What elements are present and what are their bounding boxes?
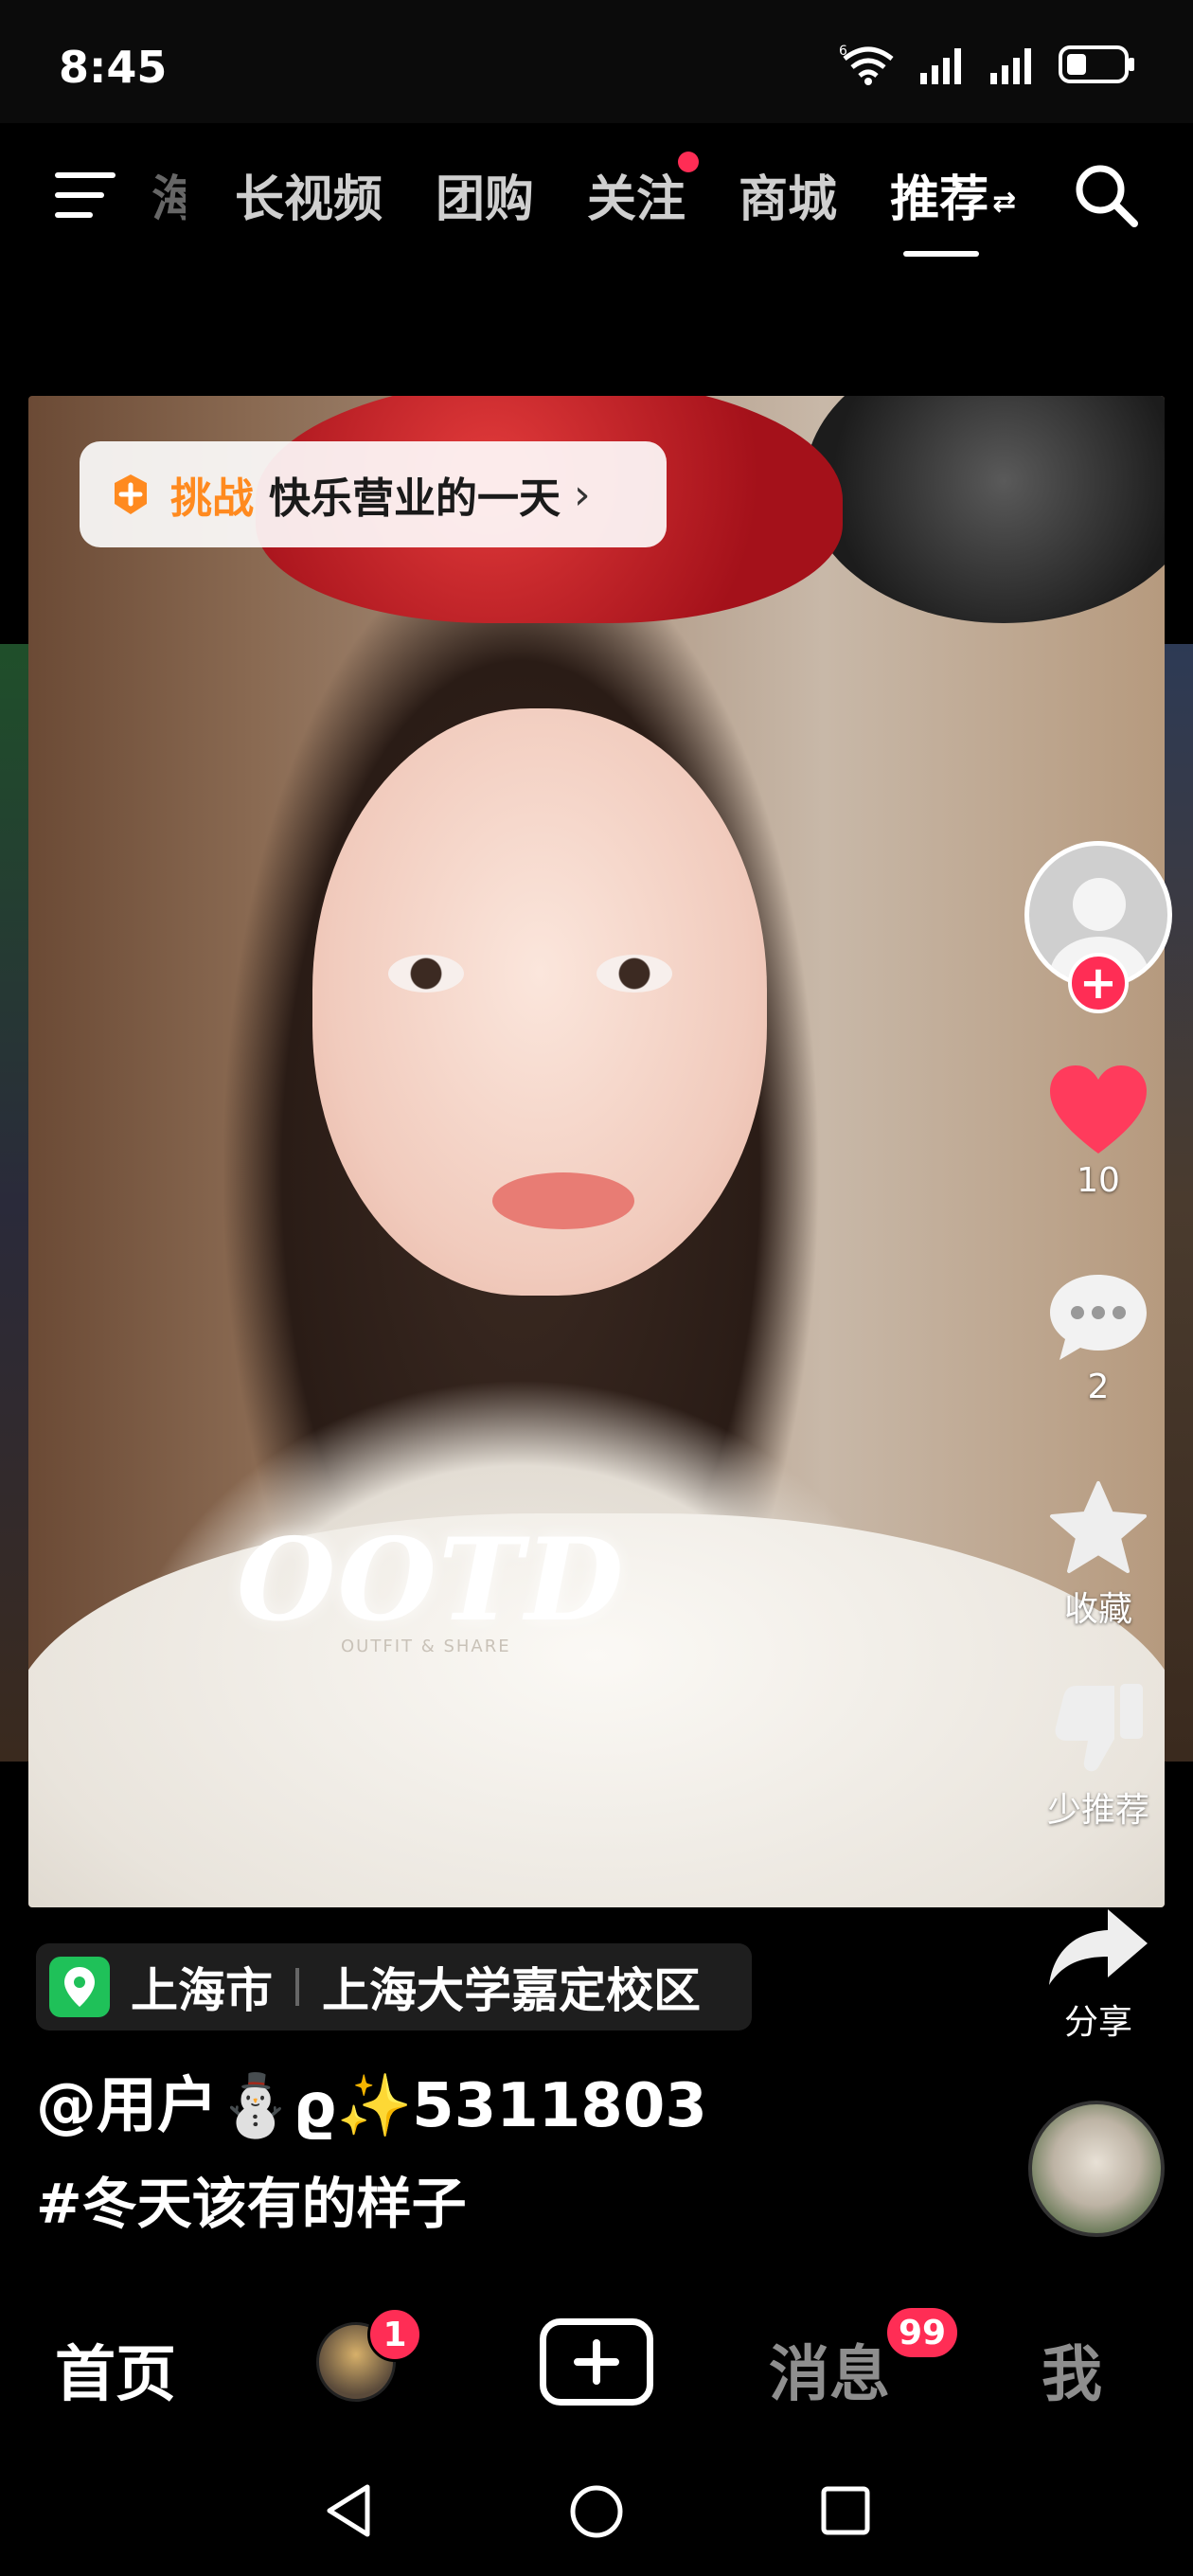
comment-button[interactable]: 2 (1032, 1269, 1165, 1406)
bottom-nav: 首页 1 消息 99 我 (0, 2273, 1193, 2453)
svg-text:6: 6 (839, 44, 847, 59)
nav-home[interactable]: 首页 (55, 2326, 176, 2413)
next-video-edge (1165, 644, 1193, 1762)
create-button[interactable] (540, 2318, 653, 2406)
location-city: 上海市 (131, 1963, 273, 2018)
plus-square-icon (574, 2339, 619, 2385)
challenge-chip[interactable]: 挑战 快乐营业的一天 › (80, 441, 667, 547)
tab-recommend-label: 推荐 (890, 170, 989, 228)
tab-mall[interactable]: 商城 (739, 159, 837, 230)
menu-icon[interactable] (53, 167, 119, 224)
video-player[interactable]: OOTD OUTFIT & SHARE (28, 396, 1165, 1907)
status-icons: 6 (839, 44, 1136, 85)
comment-icon (1050, 1275, 1147, 1360)
location-place: 上海大学嘉定校区 (322, 1963, 701, 2018)
sequin-ear-black (805, 396, 1165, 623)
search-icon[interactable] (1072, 161, 1140, 229)
challenge-icon (115, 474, 147, 514)
top-nav: 海 长视频 团购 关注 商城 推荐 ⇄ (0, 123, 1193, 265)
favorite-button[interactable]: 收藏 (1032, 1479, 1165, 1631)
comment-count: 2 (1087, 1368, 1110, 1406)
favorite-label: 收藏 (1063, 1590, 1132, 1629)
prev-video-edge (0, 644, 28, 1762)
location-pin-icon (49, 1957, 110, 2017)
ootd-overlay-text: OOTD (237, 1513, 626, 1647)
signal-icon-1 (920, 48, 961, 84)
signal-icon-2 (990, 48, 1031, 84)
tab-long-video[interactable]: 长视频 (235, 159, 383, 230)
star-icon (1050, 1481, 1147, 1573)
nav-me[interactable]: 我 (1042, 2326, 1102, 2413)
face (312, 708, 767, 1296)
not-interested-button[interactable]: 少推荐 (1032, 1680, 1165, 1832)
share-label: 分享 (1063, 2003, 1132, 2042)
status-time: 8:45 (59, 42, 168, 93)
swap-icon: ⇄ (992, 186, 1017, 219)
share-arrow-icon (1049, 1909, 1148, 1985)
status-bar: 8:45 6 (0, 0, 1193, 123)
chevron-right-icon: › (574, 470, 591, 519)
author-username[interactable]: @用户⛄ϱ✨5311803 (36, 2057, 707, 2144)
like-button[interactable]: 10 (1032, 1063, 1165, 1200)
heart-icon (1050, 1065, 1147, 1154)
not-interested-label: 少推荐 (1046, 1791, 1149, 1830)
messages-badge: 99 (884, 2305, 961, 2360)
challenge-type: 挑战 (170, 474, 254, 523)
notification-dot (678, 151, 700, 172)
tab-following[interactable]: 关注 (587, 151, 700, 230)
follow-button[interactable]: + (1068, 953, 1129, 1013)
eye-right (596, 955, 672, 993)
eye-left (388, 955, 464, 993)
recents-square-icon[interactable] (820, 2485, 871, 2536)
tab-recommend[interactable]: 推荐 ⇄ (890, 159, 1017, 257)
nav-messages[interactable]: 消息 (769, 2326, 890, 2413)
tab-group-buy[interactable]: 团购 (436, 159, 534, 230)
system-nav (0, 2453, 1193, 2576)
thumbs-down-icon (1055, 1684, 1143, 1772)
location-tag[interactable]: 上海市 上海大学嘉定校区 (36, 1943, 752, 2030)
ootd-overlay-subtext: OUTFIT & SHARE (341, 1637, 511, 1656)
share-button[interactable]: 分享 (1032, 1905, 1165, 2044)
music-disc[interactable] (1028, 2101, 1165, 2237)
active-tab-underline (903, 250, 980, 257)
battery-icon (1059, 45, 1134, 83)
friends-badge: 1 (367, 2307, 422, 2362)
tab-following-label: 关注 (587, 170, 686, 228)
location-divider (295, 1968, 299, 2006)
like-count: 10 (1077, 1161, 1120, 1200)
wifi-icon: 6 (839, 44, 894, 85)
challenge-title: 快乐营业的一天 (269, 474, 561, 523)
lips (492, 1172, 634, 1229)
home-circle-icon[interactable] (568, 2483, 625, 2540)
tab-bar: 海 长视频 团购 关注 商城 推荐 ⇄ (151, 123, 1069, 265)
hashtag[interactable]: #冬天该有的样子 (36, 2159, 467, 2239)
back-triangle-icon[interactable] (322, 2481, 375, 2540)
tab-partial[interactable]: 海 (151, 159, 186, 230)
